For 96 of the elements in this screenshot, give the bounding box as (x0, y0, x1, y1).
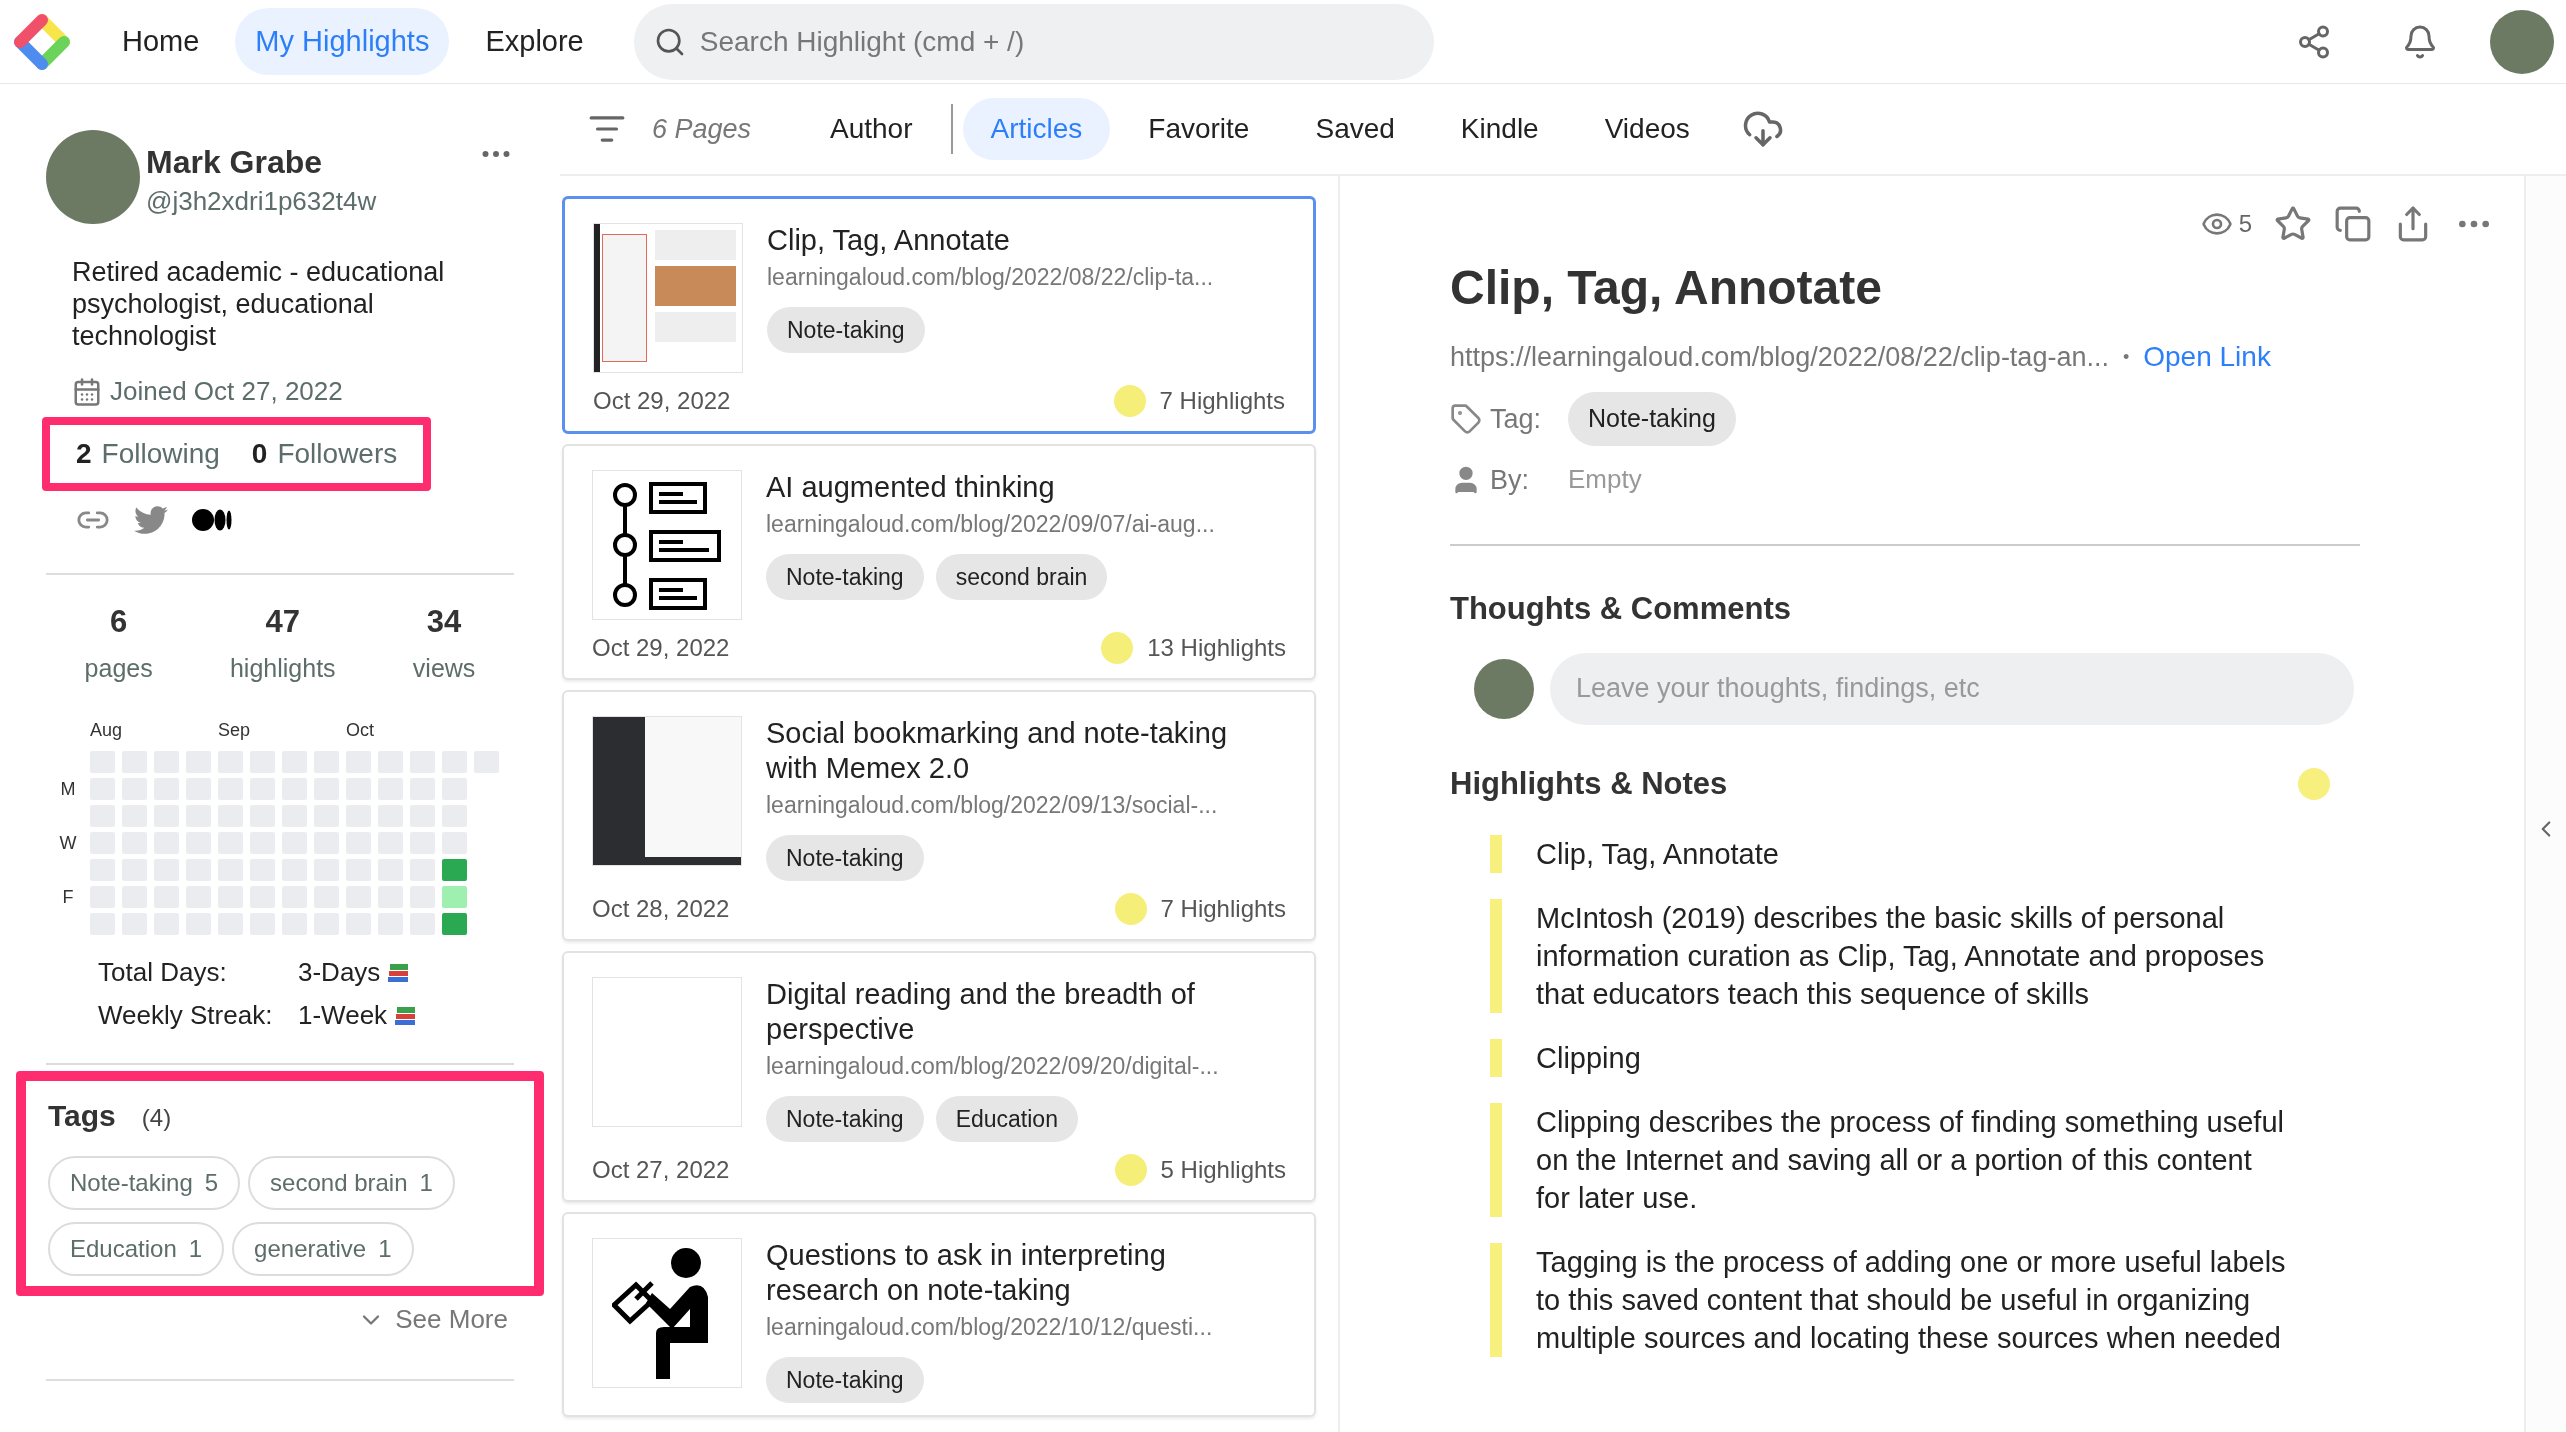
highlight-quote: Tagging is the process of adding one or more useful labels to this saved content that should be useful in organizing multiple sources and locating these sources when needed (1490, 1243, 2290, 1357)
profile-name: Mark Grabe (146, 143, 324, 182)
stat-value: 47 (265, 603, 301, 641)
article-card[interactable]: Social bookmarking and note-taking with Memex 2.0 learningaloud.com/blog/2022/09/13/social-... Note-taking Oct 28, 2022 7 Highlights (562, 690, 1316, 941)
article-title: Digital reading and the breadth of perspective (766, 977, 1196, 1047)
highlight-quote: McIntosh (2019) describes the basic skills of personal information curation as Clip, Tag, Annotate and proposes that educators teach this sequence of skills (1490, 899, 2290, 1013)
star-icon[interactable] (2274, 205, 2312, 243)
article-card[interactable]: Questions to ask in interpreting research on note-taking learningaloud.com/blog/2022/10/12/questi... Note-taking (562, 1212, 1316, 1417)
page-count: 6 Pages (652, 112, 753, 146)
article-title: Social bookmarking and note-taking with Memex 2.0 (766, 716, 1229, 786)
highlight-count: 7 Highlights (1160, 894, 1286, 924)
separator-dot: • (2122, 345, 2130, 369)
followers-link[interactable]: 0 Followers (251, 433, 398, 475)
article-date: Oct 29, 2022 (593, 386, 731, 416)
author-label: By: (1490, 463, 1530, 497)
month-label: Sep (218, 719, 251, 742)
article-title: AI augmented thinking (766, 470, 1056, 505)
highlight-quote: Clip, Tag, Annotate (1490, 835, 2290, 873)
tag-chip: Note-taking (766, 553, 924, 600)
article-url: learningaloud.com/blog/2022/09/20/digital-... (766, 1052, 1220, 1081)
article-url: learningaloud.com/blog/2022/08/22/clip-ta... (767, 263, 1214, 292)
comment-field[interactable]: Leave your thoughts, findings, etc (1550, 652, 2354, 725)
article-url: learningaloud.com/blog/2022/10/12/questi... (766, 1313, 1214, 1342)
joined-date: Joined Oct 27, 2022 (110, 375, 343, 408)
streak-label: Weekly Streak: (98, 999, 274, 1032)
open-link[interactable]: Open Link (2143, 336, 2271, 378)
stat-value: 34 (426, 603, 462, 641)
stat-label: views (412, 652, 476, 684)
weekday-label: W (59, 831, 77, 855)
see-more-button[interactable]: See More (357, 1300, 508, 1339)
streak-label: Total Days: (98, 956, 228, 989)
tag-chip: Note-taking (766, 1356, 924, 1403)
highlight-quote: Clipping (1490, 1039, 2290, 1077)
article-url: learningaloud.com/blog/2022/09/07/ai-aug... (766, 510, 1215, 539)
article-date: Oct 28, 2022 (592, 894, 730, 924)
books-icon (393, 1004, 418, 1027)
stat-value: 6 (110, 603, 128, 641)
article-date: Oct 29, 2022 (592, 633, 730, 663)
month-label: Aug (90, 719, 123, 742)
nav-tab[interactable]: Home (102, 7, 220, 76)
streak-value: 3-Days (298, 956, 381, 989)
article-url: learningaloud.com/blog/2022/09/13/social-... (766, 791, 1219, 820)
article-card[interactable]: AI augmented thinking learningaloud.com/blog/2022/09/07/ai-aug... Note-taking second brain Oct 29, 2022 13 Highlights (562, 444, 1316, 680)
article-card[interactable]: Digital reading and the breadth of perspective learningaloud.com/blog/2022/09/20/digital-... Note-taking Education Oct 27, 2022 5 Highlights (562, 951, 1316, 1202)
weekday-label: F (62, 885, 74, 909)
month-label: Oct (346, 719, 374, 742)
tag-chip[interactable]: generative 1 (232, 1222, 414, 1276)
streak-value: 1-Week (298, 999, 388, 1032)
author-value: Empty (1568, 463, 1642, 497)
search-field[interactable]: Search Highlight (cmd + /) (633, 3, 1434, 80)
profile-bio: Retired academic - educational psychologist, educational technologist (72, 256, 446, 352)
profile-handle: @j3h2xdri1p632t4w (146, 185, 378, 218)
tags-count: (4) (141, 1103, 172, 1133)
weekday-label: M (60, 777, 76, 801)
tag-icon (1450, 402, 1482, 435)
filter-tab[interactable]: Kindle (1432, 98, 1567, 160)
calendar-icon (72, 376, 102, 407)
share-icon[interactable] (2296, 23, 2332, 60)
article-title: Clip, Tag, Annotate (767, 223, 1011, 258)
following-link[interactable]: 2 Following (76, 433, 220, 475)
article-date: Oct 27, 2022 (592, 1155, 730, 1185)
highlight-count: 5 Highlights (1160, 1155, 1286, 1185)
tag-chip: Note-taking (767, 306, 925, 353)
logo-icon[interactable] (12, 11, 72, 72)
highlight-count: 13 Highlights (1147, 633, 1286, 663)
article-card[interactable]: Clip, Tag, Annotate learningaloud.com/blog/2022/08/22/clip-ta... Note-taking Oct 29, 2022 7 Highlights (562, 196, 1316, 434)
twitter-icon[interactable] (134, 503, 168, 537)
filter-tab[interactable]: Author (802, 98, 941, 160)
tag-chip[interactable]: second brain 1 (248, 1156, 455, 1210)
filter-tab[interactable]: Saved (1287, 98, 1423, 160)
medium-icon[interactable] (192, 508, 232, 532)
books-icon (386, 961, 411, 984)
filter-tab[interactable]: Favorite (1120, 98, 1278, 160)
stat-label: highlights (229, 652, 336, 684)
nav-tab[interactable]: Explore (465, 7, 604, 76)
comments-heading: Thoughts & Comments (1450, 590, 1792, 628)
notifications-icon[interactable] (2402, 23, 2438, 60)
tags-heading: Tags (48, 1098, 116, 1134)
copy-icon[interactable] (2334, 205, 2372, 243)
tag-chip: Education (935, 1095, 1078, 1142)
article-url: https://learningaloud.com/blog/2022/08/22/clip-tag-an... (1450, 340, 2109, 374)
article-heading: Clip, Tag, Annotate (1450, 260, 1883, 316)
highlights-heading: Highlights & Notes (1450, 764, 1728, 803)
tag-chip: Note-taking (766, 834, 924, 881)
tag-chip: second brain (935, 553, 1108, 600)
tag-chip: Note-taking (766, 1095, 924, 1142)
tag-chip[interactable]: Note-taking 5 (48, 1156, 241, 1210)
article-title: Questions to ask in interpreting research on note-taking (766, 1238, 1167, 1308)
tag-chip[interactable]: Education 1 (48, 1222, 225, 1276)
tag-chip: Note-taking (1568, 392, 1736, 446)
tag-label: Tag: (1490, 402, 1543, 436)
stat-label: pages (84, 652, 153, 684)
view-count: 5 (2238, 209, 2252, 239)
highlight-quote: Clipping describes the process of finding something useful on the Internet and saving all or a portion of this content for later use. (1490, 1103, 2290, 1217)
filter-tab[interactable]: Videos (1576, 98, 1718, 160)
highlight-count: 7 Highlights (1159, 386, 1285, 416)
